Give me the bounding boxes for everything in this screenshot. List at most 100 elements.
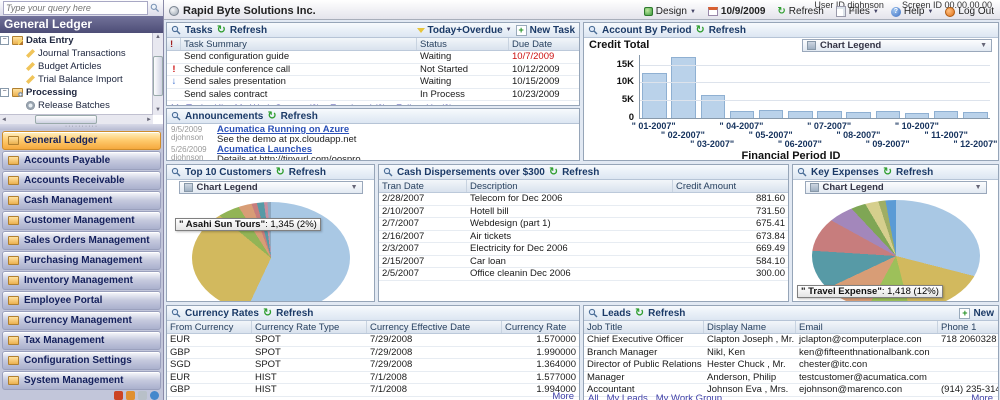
- tree-item[interactable]: Data Entry: [0, 34, 153, 47]
- sidebar-module-button[interactable]: Customer Management: [2, 211, 161, 230]
- table-row[interactable]: Chief Executive Officer Clapton Joseph ,…: [584, 334, 998, 347]
- table-row[interactable]: Director of Public Relations Hester Chuc…: [584, 359, 998, 372]
- tree-item[interactable]: Trial Balance Import: [0, 73, 153, 86]
- search-icon[interactable]: [150, 2, 160, 14]
- task-filter-link[interactable]: Escalated (0): [330, 103, 386, 106]
- currency-table-header[interactable]: From Currency Currency Rate Type Currenc…: [167, 321, 579, 334]
- table-row[interactable]: 2/7/2007 Webdesign (part 1) 675.41: [379, 218, 788, 231]
- refresh-icon[interactable]: ↻: [217, 25, 226, 35]
- magnifier-icon[interactable]: [383, 167, 393, 177]
- mail-icon[interactable]: [138, 391, 147, 400]
- sidebar-module-button[interactable]: Inventory Management: [2, 271, 161, 290]
- refresh-button[interactable]: Refresh: [230, 25, 267, 36]
- tree-item[interactable]: Release Batches: [0, 99, 153, 112]
- chart-legend-dropdown[interactable]: Chart Legend ▼: [805, 181, 987, 194]
- table-row[interactable]: 2/28/2007 Telecom for Dec 2006 881.60: [379, 193, 788, 206]
- scrollbar-thumb[interactable]: [35, 115, 97, 124]
- magnifier-icon[interactable]: [588, 308, 598, 318]
- magnifier-icon[interactable]: [171, 25, 181, 35]
- tasks-table-header[interactable]: ! Task Summary Status Due Date: [167, 38, 579, 51]
- refresh-button[interactable]: Refresh: [562, 167, 599, 178]
- table-row[interactable]: 2/16/2007 Air tickets 673.84: [379, 231, 788, 244]
- refresh-button[interactable]: Refresh: [648, 308, 685, 319]
- tree-vertical-scrollbar[interactable]: ▲▼: [152, 33, 163, 115]
- sidebar-module-button[interactable]: Tax Management: [2, 331, 161, 350]
- table-row[interactable]: 2/3/2007 Electricity for Dec 2006 669.49: [379, 243, 788, 256]
- magnifier-icon[interactable]: [171, 167, 181, 177]
- help-menu[interactable]: ?Help▼: [891, 6, 934, 17]
- table-row[interactable]: EUR SPOT 7/29/2008 1.570000: [167, 334, 579, 347]
- table-row[interactable]: Send configuration guide Waiting 10/7/20…: [167, 51, 579, 64]
- new-task-button[interactable]: +New Task: [516, 25, 575, 36]
- scroll-down-icon[interactable]: ▼: [155, 106, 161, 115]
- sidebar-module-button[interactable]: Cash Management: [2, 191, 161, 210]
- table-row[interactable]: SGD SPOT 7/29/2008 1.364000: [167, 359, 579, 372]
- scroll-right-icon[interactable]: ►: [146, 117, 152, 123]
- search-input[interactable]: [3, 1, 148, 15]
- tree-horizontal-scrollbar[interactable]: ◄►: [0, 114, 153, 124]
- scroll-up-icon[interactable]: ▲: [155, 33, 161, 42]
- refresh-button[interactable]: ↻Refresh: [777, 6, 823, 17]
- new-lead-button[interactable]: +New: [959, 308, 994, 319]
- table-row[interactable]: 2/5/2007 Office cleanin Dec 2006 300.00: [379, 268, 788, 281]
- sidebar-module-button[interactable]: System Management: [2, 371, 161, 390]
- table-row[interactable]: Send sales contract In Process 10/23/200…: [167, 89, 579, 102]
- design-menu[interactable]: Design▼: [644, 6, 696, 17]
- sidebar-module-button[interactable]: Accounts Payable: [2, 151, 161, 170]
- sidebar-module-button[interactable]: Purchasing Management: [2, 251, 161, 270]
- sidebar-module-button[interactable]: Currency Management: [2, 311, 161, 330]
- sidebar-module-button[interactable]: Accounts Receivable: [2, 171, 161, 190]
- more-link[interactable]: More: [971, 393, 993, 400]
- chart-legend-dropdown[interactable]: Chart Legend ▼: [802, 39, 992, 52]
- business-date[interactable]: 10/9/2009: [708, 6, 766, 17]
- table-row[interactable]: Manager Anderson, Philip testcustomer@ac…: [584, 372, 998, 385]
- collapse-icon[interactable]: [0, 88, 9, 97]
- magnifier-icon[interactable]: [171, 111, 181, 121]
- leads-table-header[interactable]: Job Title Display Name Email Phone 1: [584, 321, 998, 334]
- magnifier-icon[interactable]: [797, 167, 807, 177]
- tree-item[interactable]: Processing: [0, 86, 153, 99]
- sidebar-module-button[interactable]: General Ledger: [2, 131, 161, 150]
- magnifier-icon[interactable]: [588, 25, 598, 35]
- alert-icon[interactable]: [126, 391, 135, 400]
- chart-legend-dropdown[interactable]: Chart Legend ▼: [179, 181, 363, 194]
- lead-filter-link[interactable]: My Work Group: [656, 393, 722, 400]
- task-filter[interactable]: Today+Overdue▼: [417, 25, 512, 36]
- table-row[interactable]: GBP SPOT 7/29/2008 1.990000: [167, 347, 579, 360]
- sidebar-module-button[interactable]: Configuration Settings: [2, 351, 161, 370]
- files-menu[interactable]: Files▼: [836, 6, 879, 17]
- refresh-button[interactable]: Refresh: [276, 308, 313, 319]
- table-row[interactable]: 2/10/2007 Hotell bill 731.50: [379, 206, 788, 219]
- table-row[interactable]: ! Schedule conference call Not Started 1…: [167, 64, 579, 77]
- refresh-icon[interactable]: ↻: [883, 167, 892, 177]
- table-row[interactable]: GBP HIST 7/1/2008 1.994000: [167, 384, 579, 397]
- lead-filter-link[interactable]: My Leads: [607, 393, 648, 400]
- tree-item[interactable]: Budget Articles: [0, 60, 153, 73]
- more-link[interactable]: More: [552, 391, 574, 400]
- sidebar-module-button[interactable]: Sales Orders Management: [2, 231, 161, 250]
- sidebar-module-button[interactable]: Employee Portal: [2, 291, 161, 310]
- globe-icon[interactable]: [150, 391, 159, 400]
- cash-table-header[interactable]: Tran Date Description Credit Amount: [379, 180, 788, 193]
- refresh-icon[interactable]: ↻: [549, 167, 558, 177]
- lead-filter-link[interactable]: All: [588, 393, 599, 400]
- task-filter-link[interactable]: My Tasks (4): [171, 103, 225, 106]
- refresh-button[interactable]: Refresh: [709, 25, 746, 36]
- task-filter-link[interactable]: Follow Up (0): [396, 103, 453, 106]
- refresh-icon[interactable]: ↻: [276, 167, 285, 177]
- table-row[interactable]: EUR HIST 7/1/2008 1.577000: [167, 372, 579, 385]
- table-row[interactable]: Branch Manager Nikl, Ken ken@fifteenthna…: [584, 347, 998, 360]
- refresh-icon[interactable]: ↻: [263, 308, 272, 318]
- logout-button[interactable]: Log Out: [945, 6, 994, 17]
- refresh-button[interactable]: Refresh: [289, 167, 326, 178]
- feed-icon[interactable]: [114, 391, 123, 400]
- refresh-icon[interactable]: ↻: [635, 308, 644, 318]
- scroll-left-icon[interactable]: ◄: [1, 117, 7, 123]
- tree-item[interactable]: Journal Transactions: [0, 47, 153, 60]
- refresh-button[interactable]: Refresh: [896, 167, 933, 178]
- refresh-button[interactable]: Refresh: [281, 111, 318, 122]
- table-row[interactable]: ↓ Send sales presentation Waiting 10/15/…: [167, 76, 579, 89]
- refresh-icon[interactable]: ↻: [267, 111, 276, 121]
- task-filter-link[interactable]: My Work Groups (0): [235, 103, 320, 106]
- scrollbar-thumb[interactable]: [153, 56, 163, 96]
